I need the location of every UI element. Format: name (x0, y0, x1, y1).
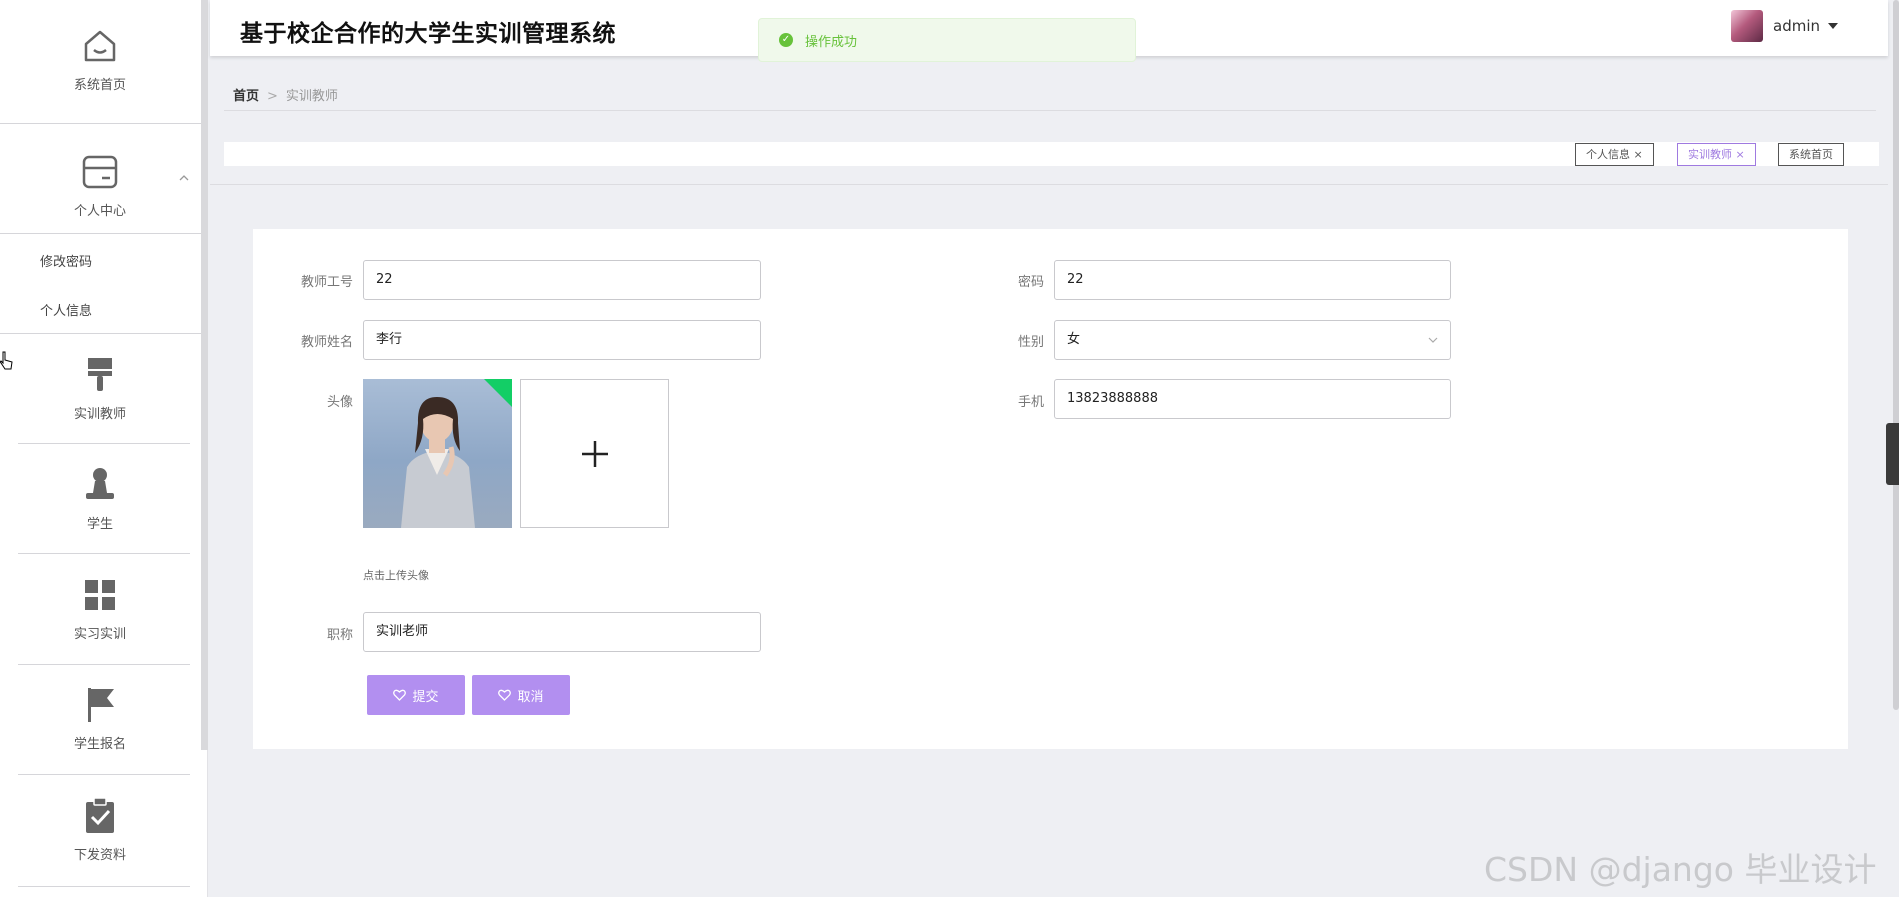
breadcrumb-current: 实训教师 (285, 89, 338, 104)
divider (224, 110, 1876, 111)
avatar-preview[interactable] (363, 379, 512, 528)
cancel-button[interactable]: 取消 (472, 675, 570, 715)
tag-home[interactable]: 系统首页 (1778, 143, 1844, 166)
tag-teachers[interactable]: 实训教师 × (1677, 143, 1756, 166)
divider (18, 774, 190, 775)
teacher-name-input[interactable]: 李行 (363, 320, 761, 360)
nav-materials-label: 下发资料 (73, 848, 126, 863)
nav-internship-label: 实习实训 (73, 627, 126, 642)
nav-enrollment-label: 学生报名 (73, 737, 126, 752)
phone-input[interactable]: 13823888888 (1054, 379, 1451, 419)
upload-success-badge (484, 379, 512, 407)
divider (18, 443, 190, 444)
gender-label: 性别 (1017, 335, 1044, 350)
success-toast: ✓ 操作成功 (758, 18, 1136, 62)
avatar-upload-button[interactable] (520, 379, 669, 528)
check-circle-icon: ✓ (779, 33, 793, 47)
nav-students[interactable]: 学生 (0, 465, 200, 532)
chevron-up-icon[interactable] (178, 172, 190, 184)
teacher-no-input[interactable]: 22 (363, 260, 761, 300)
submit-label: 提交 (412, 689, 439, 705)
divider (0, 123, 208, 124)
divider (0, 333, 208, 334)
flag-icon (88, 688, 114, 722)
user-stamp-icon (86, 468, 114, 499)
clipboard-check-icon (86, 797, 114, 833)
grid-icon (85, 580, 115, 610)
nav-materials[interactable]: 下发资料 (0, 796, 200, 863)
nav-personal-info[interactable]: 个人信息 (40, 300, 92, 319)
nav-personal-center[interactable]: 个人中心 (0, 152, 200, 219)
nav-enrollment[interactable]: 学生报名 (0, 685, 200, 752)
sidebar: 系统首页 个人中心 修改密码 个人信息 实训教师 学生 实习实训 学生报名 下发… (0, 0, 208, 897)
page-scrollbar[interactable] (1893, 0, 1899, 710)
tag-label: 个人信息 (1586, 148, 1630, 161)
home-icon (84, 30, 116, 62)
toast-message: 操作成功 (805, 34, 858, 50)
tag-label: 系统首页 (1789, 148, 1833, 161)
teacher-no-label: 教师工号 (300, 275, 353, 290)
gender-value: 女 (1067, 332, 1081, 347)
cancel-label: 取消 (517, 689, 544, 705)
divider (18, 886, 190, 887)
tag-personal-info[interactable]: 个人信息 × (1575, 143, 1654, 166)
avatar-label: 头像 (326, 395, 353, 410)
heart-icon (498, 689, 512, 701)
nav-internship[interactable]: 实习实训 (0, 575, 200, 642)
gender-select[interactable]: 女 (1054, 320, 1451, 360)
plus-icon (582, 441, 608, 467)
nav-home-label: 系统首页 (73, 78, 126, 93)
right-panel-handle[interactable] (1886, 423, 1899, 485)
caret-down-icon (1828, 23, 1838, 29)
nav-home[interactable]: 系统首页 (0, 26, 200, 93)
app-title: 基于校企合作的大学生实训管理系统 (240, 21, 616, 47)
nav-teachers[interactable]: 实训教师 (0, 355, 200, 422)
user-menu[interactable]: admin (1731, 10, 1838, 42)
wallet-icon (82, 155, 118, 189)
nav-teachers-label: 实训教师 (73, 407, 126, 422)
teacher-name-label: 教师姓名 (300, 335, 353, 350)
user-name: admin (1773, 17, 1820, 35)
divider (210, 184, 1888, 185)
heart-icon (393, 689, 407, 701)
submit-button[interactable]: 提交 (367, 675, 465, 715)
breadcrumb-home[interactable]: 首页 (233, 89, 259, 104)
breadcrumb: 首页 > 实训教师 (233, 85, 338, 104)
nav-change-password[interactable]: 修改密码 (40, 251, 92, 270)
divider (18, 664, 190, 665)
tag-label: 实训教师 (1688, 148, 1732, 161)
job-title-input[interactable]: 实训老师 (363, 612, 761, 652)
password-input[interactable]: 22 (1054, 260, 1451, 300)
chevron-down-icon (1428, 337, 1438, 343)
upload-hint: 点击上传头像 (363, 569, 429, 582)
phone-label: 手机 (1017, 395, 1044, 410)
watermark: CSDN @django 毕业设计 (1484, 850, 1877, 889)
job-title-label: 职称 (326, 628, 353, 643)
nav-personal-center-label: 个人中心 (73, 204, 126, 219)
password-label: 密码 (1017, 275, 1044, 290)
divider (0, 233, 208, 234)
divider (18, 553, 190, 554)
breadcrumb-separator: > (267, 89, 278, 104)
brush-icon (88, 358, 112, 391)
hand-cursor-icon (0, 351, 13, 370)
avatar (1731, 10, 1763, 42)
close-icon[interactable]: × (1634, 148, 1643, 161)
close-icon[interactable]: × (1736, 148, 1745, 161)
sidebar-scrollbar[interactable] (201, 0, 208, 750)
nav-students-label: 学生 (86, 517, 113, 532)
